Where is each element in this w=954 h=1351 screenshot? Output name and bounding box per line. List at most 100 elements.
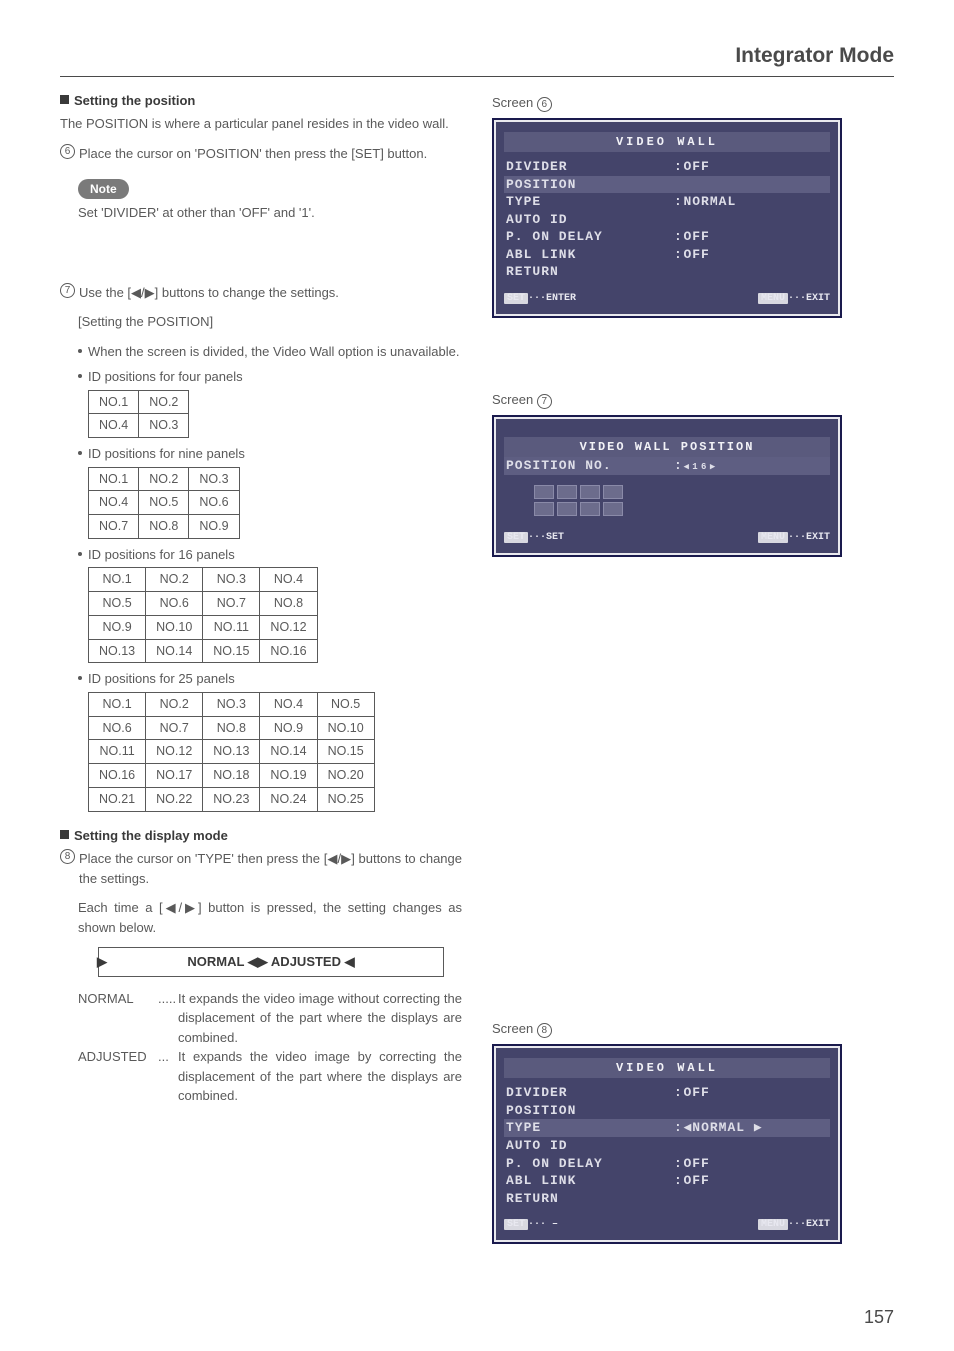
osd-screen-6: VIDEO WALL DIVIDER:OFFPOSITIONTYPE:NORMA… [492,118,842,318]
table-cell: NO.17 [146,764,203,788]
table-cell: NO.14 [260,740,317,764]
table-cell: NO.3 [203,692,260,716]
page-number: 157 [864,1304,894,1331]
def-adjusted: ADJUSTED ... It expands the video image … [78,1047,462,1106]
table-cell: NO.6 [89,716,146,740]
table-cell: NO.12 [146,740,203,764]
osd-row: P. ON DELAY:OFF [504,1155,830,1173]
table-cell: NO.3 [189,467,239,491]
table-cell: NO.21 [89,787,146,811]
table-cell: NO.11 [89,740,146,764]
table-cell: NO.24 [260,787,317,811]
osd-row: POSITION [504,1102,830,1120]
header-rule [60,76,894,77]
table-cell: NO.10 [146,615,203,639]
screen-7-label: Screen 7 [492,390,894,410]
page-title: Integrator Mode [60,40,894,72]
table-cell: NO.3 [203,568,260,592]
osd-6-footer: SET···ENTER MENU···EXIT [504,291,830,306]
table-cell: NO.5 [139,491,189,515]
osd-7-title: VIDEO WALL POSITION [504,437,830,457]
section-heading-position: Setting the position [60,91,462,111]
osd-7-position-row: POSITION NO. : ◀ 1 6 ▶ [504,457,830,475]
table-cell: NO.8 [139,515,189,539]
intro-text: The POSITION is where a particular panel… [60,114,462,134]
table-cell: NO.9 [89,615,146,639]
osd-row: ABL LINK:OFF [504,1172,830,1190]
osd-7-footer: SET···SET MENU···EXIT [504,530,830,545]
table-cell: NO.25 [317,787,374,811]
screen-8-label: Screen 8 [492,1019,894,1039]
table-25: NO.1NO.2NO.3NO.4NO.5NO.6NO.7NO.8NO.9NO.1… [88,692,375,812]
table-cell: NO.3 [139,414,189,438]
table-cell: NO.7 [89,515,139,539]
note-pill: Note [78,179,129,199]
table-cell: NO.9 [260,716,317,740]
def-normal: NORMAL ..... It expands the video image … [78,989,462,1048]
step-number-6: 6 [60,144,75,159]
bullet-twentyfive-panels: ID positions for 25 panels [78,669,462,689]
screen-6-label: Screen 6 [492,93,894,113]
table-cell: NO.10 [317,716,374,740]
table-cell: NO.4 [89,491,139,515]
osd-row: DIVIDER:OFF [504,158,830,176]
table-cell: NO.1 [89,467,139,491]
table-cell: NO.5 [317,692,374,716]
table-cell: NO.14 [146,639,203,663]
table-cell: NO.9 [189,515,239,539]
step-8-note: Each time a [◀/▶] button is pressed, the… [78,898,462,937]
osd-row: POSITION [504,176,830,194]
osd-row: AUTO ID [504,1137,830,1155]
table-cell: NO.2 [139,390,189,414]
table-cell: NO.13 [203,740,260,764]
step-6: 6 Place the cursor on 'POSITION' then pr… [60,144,462,164]
table-16: NO.1NO.2NO.3NO.4NO.5NO.6NO.7NO.8NO.9NO.1… [88,567,318,663]
table-cell: NO.2 [139,467,189,491]
table-cell: NO.12 [260,615,317,639]
table-4: NO.1NO.2NO.4NO.3 [88,390,189,439]
table-cell: NO.16 [89,764,146,788]
osd-row: ABL LINK:OFF [504,246,830,264]
table-cell: NO.4 [260,692,317,716]
osd-8-footer: SET··· – MENU···EXIT [504,1217,830,1232]
osd-8-title: VIDEO WALL [504,1058,830,1078]
table-cell: NO.8 [260,592,317,616]
cycle-diagram: ▶ NORMAL ◀▶ ADJUSTED ◀ [98,947,444,977]
left-column: Setting the position The POSITION is whe… [60,91,462,1275]
table-cell: NO.2 [146,568,203,592]
osd-row: RETURN [504,263,830,281]
section-heading-display-mode: Setting the display mode [60,826,462,846]
subheading-setting-position: [Setting the POSITION] [78,312,462,332]
table-cell: NO.2 [146,692,203,716]
table-cell: NO.7 [146,716,203,740]
table-cell: NO.11 [203,615,260,639]
step-number-8: 8 [60,849,75,864]
table-cell: NO.1 [89,568,146,592]
bullet-four-panels: ID positions for four panels [78,367,462,387]
table-cell: NO.4 [260,568,317,592]
table-cell: NO.20 [317,764,374,788]
table-cell: NO.22 [146,787,203,811]
bullet-nine-panels: ID positions for nine panels [78,444,462,464]
table-cell: NO.6 [189,491,239,515]
table-cell: NO.1 [89,390,139,414]
osd-screen-8: VIDEO WALL DIVIDER:OFFPOSITIONTYPE:◀NORM… [492,1044,842,1244]
table-cell: NO.18 [203,764,260,788]
osd-row: RETURN [504,1190,830,1208]
table-cell: NO.15 [317,740,374,764]
osd-row: AUTO ID [504,211,830,229]
osd-row: TYPE:◀NORMAL ▶ [504,1119,830,1137]
step-number-7: 7 [60,283,75,298]
table-cell: NO.15 [203,639,260,663]
osd-7-grid [534,485,830,516]
table-cell: NO.19 [260,764,317,788]
bullet-divided: When the screen is divided, the Video Wa… [78,342,462,362]
osd-row: DIVIDER:OFF [504,1084,830,1102]
osd-row: P. ON DELAY:OFF [504,228,830,246]
table-cell: NO.1 [89,692,146,716]
note-text: Set 'DIVIDER' at other than 'OFF' and '1… [78,203,462,223]
table-cell: NO.6 [146,592,203,616]
table-cell: NO.13 [89,639,146,663]
table-cell: NO.16 [260,639,317,663]
osd-row: TYPE:NORMAL [504,193,830,211]
